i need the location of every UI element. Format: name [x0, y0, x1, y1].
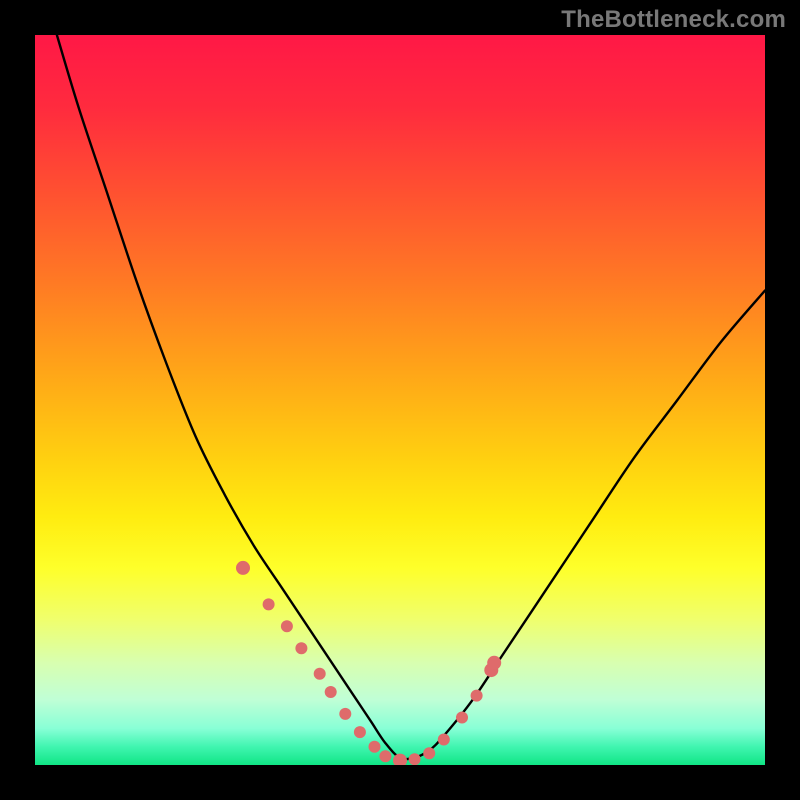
sample-dot [471, 690, 483, 702]
sample-dot [339, 708, 351, 720]
sample-dot [263, 598, 275, 610]
plot-background [35, 35, 765, 765]
sample-dot [236, 561, 250, 575]
sample-dot [409, 753, 421, 765]
sample-dot [354, 726, 366, 738]
sample-dot [456, 712, 468, 724]
sample-dot [325, 686, 337, 698]
sample-dot [314, 668, 326, 680]
sample-dot [369, 741, 381, 753]
sample-dot [393, 754, 407, 768]
sample-dot [487, 656, 501, 670]
sample-dot [295, 642, 307, 654]
sample-dot [423, 747, 435, 759]
chart-stage: TheBottleneck.com [0, 0, 800, 800]
sample-dot [281, 620, 293, 632]
watermark-text: TheBottleneck.com [561, 6, 786, 34]
bottleneck-plot [0, 0, 800, 800]
sample-dot [379, 750, 391, 762]
sample-dot [438, 734, 450, 746]
